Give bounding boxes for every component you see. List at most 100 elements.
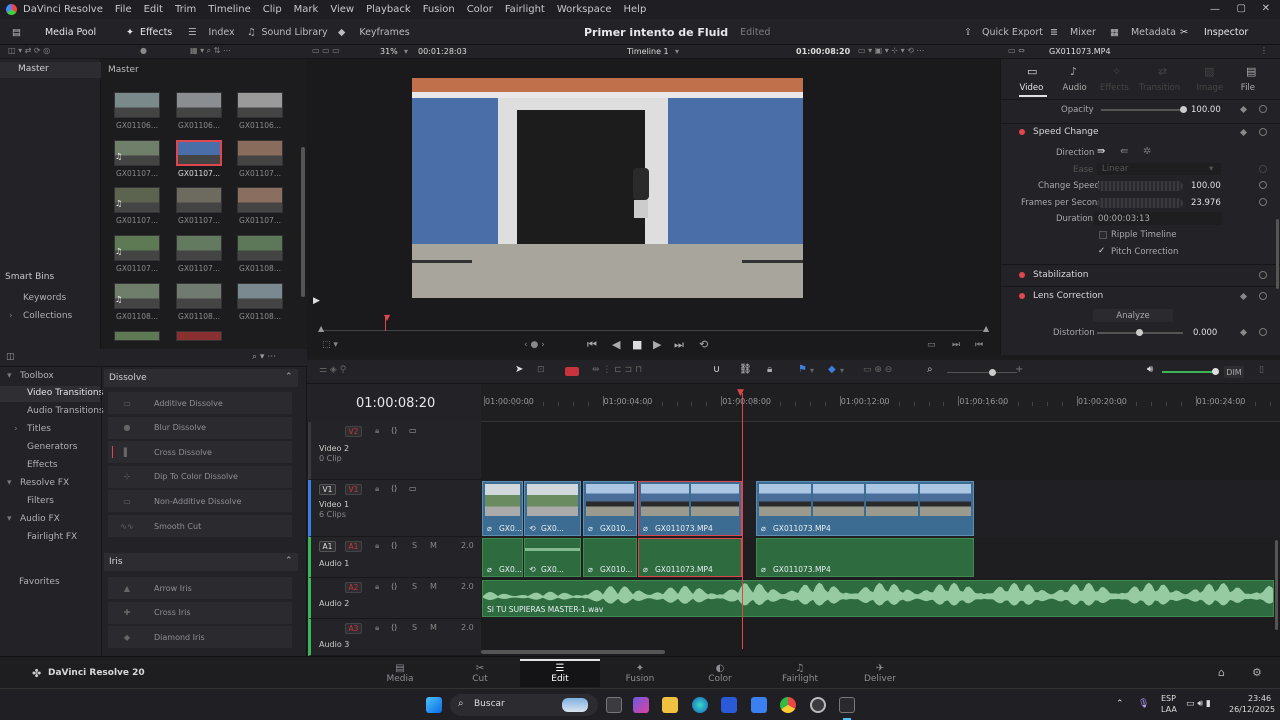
library-search-icon[interactable]: ⌕ ▾ ⋯ xyxy=(252,352,276,362)
media-clip-thumbnail[interactable] xyxy=(176,235,222,261)
v1-visibility-icon[interactable]: ▭ xyxy=(409,484,417,493)
v2-visibility-icon[interactable]: ▭ xyxy=(409,426,417,435)
scrubber-track[interactable] xyxy=(321,330,987,331)
go-to-end-icon[interactable]: ⏭ xyxy=(674,338,684,352)
a3-track-name[interactable]: Audio 3 xyxy=(319,640,349,649)
media-pool-button[interactable]: ▤ Media Pool xyxy=(12,19,96,45)
timeline-dropdown-icon[interactable]: ▾ xyxy=(675,47,679,56)
distortion-reset-icon[interactable] xyxy=(1259,328,1267,336)
transition-dip-to-color-dissolve[interactable]: ⊹ Dip To Color Dissolve xyxy=(108,465,292,488)
viewer-options-icon[interactable]: ⬚ ▾ xyxy=(322,340,338,350)
video-clip[interactable]: ⟲ GX0... xyxy=(524,481,581,536)
a1-lock-icon[interactable]: 🔒︎ xyxy=(375,541,379,551)
video-clip[interactable]: ⌀ GX010... xyxy=(583,481,637,536)
transition-non-additive-dissolve[interactable]: ▭ Non-Additive Dissolve xyxy=(108,490,292,513)
v1-lock-icon[interactable]: 🔒︎ xyxy=(375,484,379,494)
jog-icon[interactable]: ‹ ● › xyxy=(524,340,545,350)
tray-chevron-icon[interactable]: ⌃ xyxy=(1116,699,1124,709)
mixer-button[interactable]: ≣ Mixer xyxy=(1050,19,1096,45)
marker-icon[interactable]: ◆ xyxy=(828,364,836,375)
speed-change-enable-icon[interactable] xyxy=(1019,129,1025,135)
mail-icon[interactable] xyxy=(751,697,767,713)
media-clip-thumbnail[interactable] xyxy=(237,92,283,118)
selection-tool-icon[interactable]: ➤ xyxy=(515,364,523,375)
menu-help[interactable]: Help xyxy=(624,4,647,15)
v2-autoselect-icon[interactable]: ⟨⟩ xyxy=(391,426,397,435)
panel-toggle-icon[interactable]: ◫ ▾ ⇄ ⟳ ◎ xyxy=(8,46,50,55)
page-tab-color[interactable]: ◐ Color xyxy=(680,659,760,687)
v1-track-name[interactable]: Video 1 xyxy=(319,500,349,509)
ripple-timeline-checkbox[interactable] xyxy=(1099,231,1107,239)
stabilization-reset-icon[interactable] xyxy=(1259,271,1267,279)
smart-bin-keywords[interactable]: Keywords xyxy=(23,293,66,303)
volume-icon[interactable]: 🔊︎ xyxy=(1147,364,1153,375)
media-clip-thumbnail-partial[interactable] xyxy=(176,331,222,341)
menu-edit[interactable]: Edit xyxy=(144,4,163,15)
inspector-button[interactable]: ✂ Inspector xyxy=(1180,19,1248,45)
page-tab-deliver[interactable]: ✈ Deliver xyxy=(840,659,920,687)
forward-direction-icon[interactable]: ⇛ xyxy=(1097,146,1105,157)
mic-icon[interactable]: 🎙︎ xyxy=(1138,699,1149,709)
out-point-icon[interactable]: ▲ xyxy=(983,324,989,333)
file-explorer-icon[interactable] xyxy=(662,697,678,713)
trim-tool-icon[interactable]: ⊡ xyxy=(537,365,545,375)
video-clip[interactable]: ⌀ GX011073.MP4 xyxy=(756,481,974,536)
opacity-slider-knob[interactable] xyxy=(1180,106,1187,113)
media-clip-thumbnail[interactable] xyxy=(176,140,222,166)
iris-section-header[interactable]: Iris ⌃ xyxy=(104,553,298,571)
toolbox-chevron-icon[interactable]: ▾ xyxy=(7,514,12,524)
favorites-header[interactable]: Favorites xyxy=(19,577,60,587)
store-icon[interactable] xyxy=(721,697,737,713)
media-pool-scrollbar[interactable] xyxy=(301,147,305,297)
speed-change-header[interactable]: Speed Change xyxy=(1033,127,1099,137)
v1-source-tag[interactable]: V1 xyxy=(319,484,336,495)
a3-solo-button[interactable]: S xyxy=(412,623,417,632)
maximize-icon[interactable]: ▢ xyxy=(1237,3,1246,14)
dim-button[interactable]: DIM xyxy=(1224,366,1244,378)
inspector-tab-file[interactable]: File xyxy=(1241,83,1255,93)
v2-lock-icon[interactable]: 🔒︎ xyxy=(375,426,379,436)
library-sidebar-toggle-icon[interactable]: ◫ xyxy=(6,352,15,362)
flag-icon[interactable]: ⚑ xyxy=(798,364,807,375)
windows-start-icon[interactable] xyxy=(426,697,442,713)
distortion-keyframe-icon[interactable] xyxy=(1239,328,1248,337)
play-reverse-icon[interactable]: ◀ xyxy=(612,338,620,351)
a2-autoselect-icon[interactable]: ⟨⟩ xyxy=(391,582,397,591)
timeline-view-icon[interactable]: ⚌ ◈ ⚲ xyxy=(319,365,346,375)
obs-icon[interactable] xyxy=(810,697,826,713)
a3-track-tag[interactable]: A3 xyxy=(345,623,362,634)
media-clip-thumbnail[interactable] xyxy=(176,283,222,309)
edge-icon[interactable] xyxy=(692,697,708,713)
audio-clip[interactable]: ⌀ GX011073.MP4 xyxy=(756,538,974,577)
transition-additive-dissolve[interactable]: ▭ Additive Dissolve xyxy=(108,392,292,414)
menu-timeline[interactable]: Timeline xyxy=(208,4,251,15)
media-clip-thumbnail[interactable] xyxy=(237,235,283,261)
inspector-tab-transition[interactable]: Transition xyxy=(1139,83,1180,93)
stop-icon[interactable]: ■ xyxy=(632,338,642,351)
inspector-scrollbar[interactable] xyxy=(1276,219,1279,289)
media-clip-thumbnail[interactable] xyxy=(237,283,283,309)
master-folder[interactable]: Master xyxy=(18,64,49,74)
a2-mute-button[interactable]: M xyxy=(430,582,437,591)
toolbox-item-resolve-fx[interactable]: Resolve FX xyxy=(20,478,69,488)
resolve-taskbar-icon[interactable] xyxy=(839,697,855,713)
menu-clip[interactable]: Clip xyxy=(263,4,282,15)
menu-playback[interactable]: Playback xyxy=(366,4,411,15)
menu-color[interactable]: Color xyxy=(467,4,493,15)
freeze-frame-icon[interactable]: ✲ xyxy=(1143,146,1151,157)
keyframes-button[interactable]: ◆ Keyframes xyxy=(338,19,410,45)
viewer-arrow-icon[interactable]: ▶ xyxy=(313,296,320,306)
inspector-tab-audio[interactable]: Audio xyxy=(1063,83,1087,93)
volume-knob[interactable] xyxy=(1212,368,1219,375)
zoom-icon[interactable]: ⌕ xyxy=(927,364,933,375)
index-button[interactable]: ☰ Index xyxy=(188,19,235,45)
in-point-icon[interactable]: ▲ xyxy=(318,324,324,333)
toolbox-item-audio-fx[interactable]: Audio FX xyxy=(20,514,60,524)
a3-autoselect-icon[interactable]: ⟨⟩ xyxy=(391,623,397,632)
play-icon[interactable]: ▶ xyxy=(653,338,661,351)
viewer-mode-icon[interactable]: ▭ ▭ ▭ xyxy=(312,46,340,55)
a3-lock-icon[interactable]: 🔒︎ xyxy=(375,623,379,633)
v1-autoselect-icon[interactable]: ⟨⟩ xyxy=(391,484,397,493)
menu-workspace[interactable]: Workspace xyxy=(557,4,612,15)
loop-icon[interactable]: ⟲ xyxy=(699,338,708,351)
